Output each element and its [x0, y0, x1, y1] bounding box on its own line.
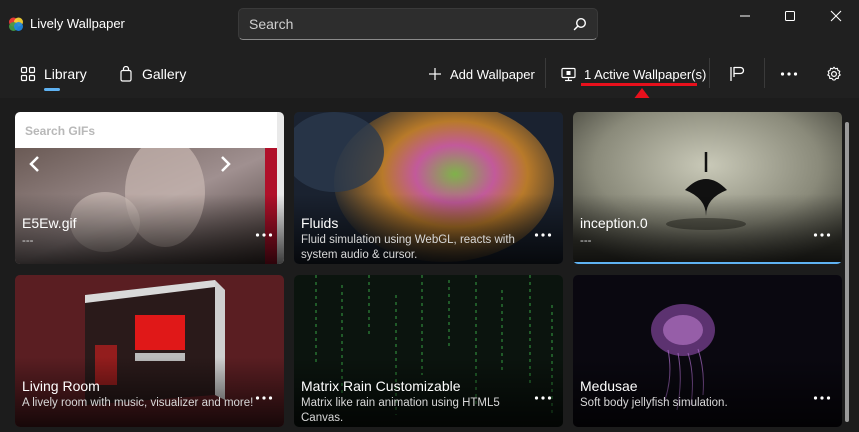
more-icon — [813, 396, 831, 400]
card-description: Soft body jellyfish simulation. — [580, 397, 728, 409]
card-title: Matrix Rain Customizable — [301, 378, 461, 394]
lively-logo-icon — [9, 17, 23, 31]
search-box[interactable] — [238, 8, 598, 40]
add-wallpaper-button[interactable]: Add Wallpaper — [428, 62, 535, 86]
nav-library-label: Library — [44, 66, 87, 82]
close-icon — [830, 10, 842, 22]
toolbar-divider — [545, 58, 546, 88]
annotation-underline — [581, 83, 697, 86]
chevron-left-icon — [29, 156, 39, 172]
card-more-button[interactable] — [531, 226, 555, 244]
settings-button[interactable] — [826, 62, 842, 86]
monitor-icon — [561, 67, 576, 81]
more-icon — [255, 233, 273, 237]
pause-flag-icon — [730, 66, 745, 81]
wallpaper-card[interactable]: Fluids Fluid simulation using WebGL, rea… — [294, 112, 563, 264]
more-icon — [813, 233, 831, 237]
maximize-button[interactable] — [767, 0, 813, 32]
more-icon — [255, 396, 273, 400]
card-description: Fluid simulation using WebGL, reacts wit… — [301, 234, 515, 261]
card-description: --- — [22, 235, 34, 247]
pause-wallpaper-button[interactable] — [728, 62, 746, 86]
card-title: E5Ew.gif — [22, 215, 77, 231]
card-title: Living Room — [22, 378, 100, 394]
title-bar: Lively Wallpaper — [0, 0, 859, 48]
search-icon[interactable] — [573, 17, 587, 31]
close-button[interactable] — [813, 0, 859, 32]
minimize-button[interactable] — [722, 0, 768, 32]
wallpaper-card[interactable]: Living Room A lively room with music, vi… — [15, 275, 284, 427]
card-title: inception.0 — [580, 215, 648, 231]
add-wallpaper-label: Add Wallpaper — [450, 66, 535, 82]
card-more-button[interactable] — [531, 389, 555, 407]
wallpaper-card[interactable]: inception.0 --- — [573, 112, 842, 264]
app-title: Lively Wallpaper — [30, 16, 125, 31]
settings-icon — [827, 66, 841, 81]
gif-search-bar: Search GIFs — [15, 112, 277, 148]
nav-gallery-label: Gallery — [142, 66, 187, 82]
nav-library[interactable]: Library — [20, 62, 87, 86]
scrollbar-thumb[interactable] — [845, 122, 849, 422]
more-icon — [534, 396, 552, 400]
more-options-button[interactable] — [780, 62, 798, 86]
active-indicator — [573, 262, 842, 264]
search-input[interactable] — [239, 9, 559, 39]
card-more-button[interactable] — [252, 389, 276, 407]
plus-icon — [429, 68, 441, 80]
wallpaper-card[interactable]: Medusae Soft body jellyfish simulation. — [573, 275, 842, 427]
more-icon — [534, 233, 552, 237]
card-description: --- — [580, 235, 592, 247]
card-more-button[interactable] — [252, 226, 276, 244]
wallpaper-card[interactable]: Search GIFs E5Ew.gif --- — [15, 112, 284, 264]
bag-icon — [120, 66, 132, 82]
nav-active-indicator — [44, 88, 60, 91]
gif-search-placeholder: Search GIFs — [25, 124, 96, 138]
card-description: A lively room with music, visualizer and… — [22, 397, 254, 409]
card-title: Medusae — [580, 378, 638, 394]
maximize-icon — [785, 11, 795, 21]
chevron-right-icon — [221, 156, 231, 172]
grid-icon — [20, 66, 36, 82]
toolbar: Library Gallery Add Wallpaper 1 Active W… — [0, 48, 859, 98]
active-wallpapers-label: 1 Active Wallpaper(s) — [584, 66, 707, 82]
minimize-icon — [740, 15, 750, 17]
toolbar-divider — [764, 58, 765, 88]
card-description: Matrix like rain animation using HTML5 C… — [301, 397, 500, 424]
more-icon — [780, 72, 798, 76]
toolbar-divider — [709, 58, 710, 88]
card-more-button[interactable] — [810, 389, 834, 407]
nav-gallery[interactable]: Gallery — [118, 62, 186, 86]
card-more-button[interactable] — [810, 226, 834, 244]
card-title: Fluids — [301, 215, 339, 231]
wallpaper-card[interactable]: Matrix Rain Customizable Matrix like rai… — [294, 275, 563, 427]
